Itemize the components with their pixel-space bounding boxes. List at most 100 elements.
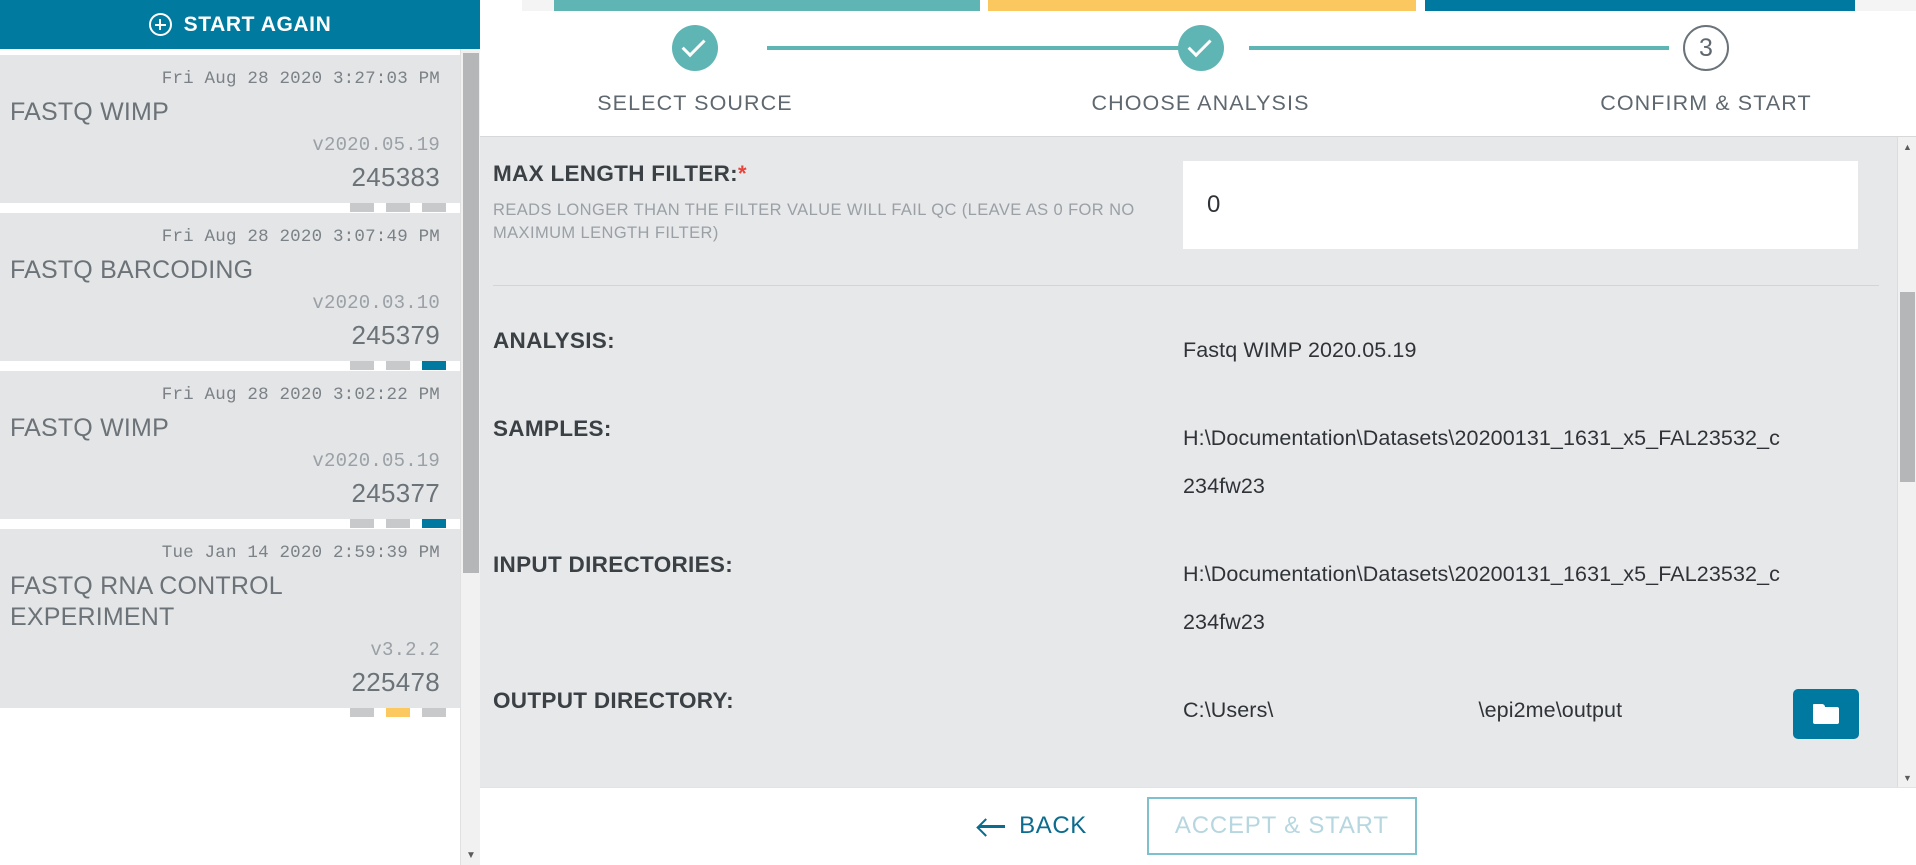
card-status-indicators: [350, 361, 446, 370]
panel-scrollbar-thumb[interactable]: [1900, 292, 1915, 482]
scroll-down-icon[interactable]: ▼: [1898, 768, 1916, 787]
progress-bar-step3: [1425, 0, 1855, 11]
section-divider: [493, 285, 1879, 286]
plus-circle-icon: [148, 13, 172, 36]
analysis-value: Fastq WIMP 2020.05.19: [1183, 338, 1417, 362]
card-id: 245377: [351, 478, 440, 508]
scroll-down-icon[interactable]: ▼: [461, 845, 480, 865]
status-indicator: [386, 708, 410, 717]
progress-bar-step2: [988, 0, 1416, 11]
bar-spacer: [1855, 0, 1916, 11]
progress-bar-step1: [554, 0, 980, 11]
card-status-indicators: [350, 519, 446, 528]
check-icon: [681, 33, 706, 58]
card-id: 245383: [351, 162, 440, 192]
status-indicator: [422, 361, 446, 370]
browse-output-directory-button[interactable]: [1793, 689, 1859, 739]
sidebar-scrollbar-thumb[interactable]: [463, 53, 479, 573]
card-version: v2020.03.10: [312, 292, 440, 314]
card-date: Tue Jan 14 2020 2:59:39 PM: [161, 543, 440, 563]
analysis-label: ANALYSIS:: [493, 328, 615, 353]
step-1-circle: [672, 25, 718, 71]
back-button[interactable]: BACK: [979, 812, 1087, 840]
bar-spacer: [1416, 0, 1425, 11]
main-panel: SELECT SOURCE CHOOSE ANALYSIS 3 CONFIRM …: [480, 0, 1916, 865]
status-indicator: [422, 203, 446, 212]
status-indicator: [386, 203, 410, 212]
card-status-indicators: [350, 708, 446, 717]
max-length-filter-input[interactable]: [1183, 161, 1858, 249]
list-item[interactable]: Tue Jan 14 2020 2:59:39 PM FASTQ RNA CON…: [0, 529, 460, 717]
status-indicator: [350, 708, 374, 717]
list-item[interactable]: Fri Aug 28 2020 3:27:03 PM FASTQ WIMP v2…: [0, 55, 460, 212]
sidebar-scrollbar[interactable]: ▼: [460, 49, 480, 865]
sidebar: START AGAIN Fri Aug 28 2020 3:27:03 PM F…: [0, 0, 480, 865]
card-id: 245379: [351, 320, 440, 350]
step-2-circle: [1177, 25, 1224, 71]
summary-row-input-directories: INPUT DIRECTORIES: H:\Documentation\Data…: [480, 550, 1897, 646]
card-id: 225478: [351, 667, 440, 697]
bar-spacer: [980, 0, 988, 11]
samples-label: SAMPLES:: [493, 416, 612, 441]
step-confirm-start[interactable]: 3 CONFIRM & START: [1556, 25, 1856, 116]
summary-row-output-directory: OUTPUT DIRECTORY: C:\Users\ \epi2me\outp…: [480, 686, 1897, 739]
footer-divider: [480, 787, 1916, 788]
input-directories-label: INPUT DIRECTORIES:: [493, 552, 734, 577]
list-item[interactable]: Fri Aug 28 2020 3:02:22 PM FASTQ WIMP v2…: [0, 371, 460, 528]
footer-actions: BACK ACCEPT & START: [480, 787, 1916, 865]
start-again-button[interactable]: START AGAIN: [0, 0, 480, 49]
sidebar-scroll-area: Fri Aug 28 2020 3:27:03 PM FASTQ WIMP v2…: [0, 49, 480, 865]
max-length-filter-label: MAX LENGTH FILTER:*: [493, 161, 1167, 187]
progress-color-bars: [480, 0, 1916, 11]
max-length-filter-row: MAX LENGTH FILTER:* READS LONGER THAN TH…: [480, 161, 1897, 249]
step-2-label: CHOOSE ANALYSIS: [1091, 91, 1310, 115]
card-title: FASTQ WIMP: [10, 414, 169, 442]
output-directory-suffix: \epi2me\output: [1478, 698, 1623, 722]
check-icon: [1187, 33, 1212, 58]
card-title: FASTQ BARCODING: [10, 256, 254, 284]
summary-row-samples: SAMPLES: H:\Documentation\Datasets\20200…: [480, 414, 1897, 510]
step-3-circle: 3: [1683, 25, 1729, 71]
status-indicator: [386, 519, 410, 528]
samples-value-line1: H:\Documentation\Datasets\20200131_1631_…: [1183, 426, 1780, 450]
card-status-indicators: [350, 203, 446, 212]
card-date: Fri Aug 28 2020 3:02:22 PM: [161, 385, 440, 405]
step-1-label: SELECT SOURCE: [597, 91, 793, 115]
status-indicator: [422, 708, 446, 717]
bar-spacer: [480, 0, 522, 11]
step-select-source[interactable]: SELECT SOURCE: [545, 25, 845, 116]
confirm-panel: MAX LENGTH FILTER:* READS LONGER THAN TH…: [480, 136, 1916, 787]
max-length-filter-label-text: MAX LENGTH FILTER:: [493, 161, 738, 186]
card-version: v3.2.2: [370, 639, 440, 661]
card-version: v2020.05.19: [312, 134, 440, 156]
card-title: FASTQ RNA CONTROL EXPERIMENT: [10, 572, 282, 631]
back-button-label: BACK: [1019, 812, 1087, 839]
summary-row-analysis: ANALYSIS: Fastq WIMP 2020.05.19: [480, 326, 1897, 374]
max-length-filter-description: READS LONGER THAN THE FILTER VALUE WILL …: [493, 201, 1135, 242]
input-directories-value-line2: 234fw23: [1183, 610, 1265, 634]
card-title: FASTQ WIMP: [10, 98, 169, 126]
required-asterisk: *: [737, 161, 747, 186]
status-indicator: [350, 203, 374, 212]
card-date: Fri Aug 28 2020 3:07:49 PM: [161, 227, 440, 247]
status-indicator: [350, 361, 374, 370]
accept-and-start-button[interactable]: ACCEPT & START: [1146, 797, 1417, 855]
arrow-left-icon: [979, 817, 1006, 835]
status-indicator: [422, 519, 446, 528]
scroll-up-icon[interactable]: ▲: [1898, 137, 1916, 156]
samples-value: H:\Documentation\Datasets\20200131_1631_…: [1183, 414, 1879, 510]
step-choose-analysis[interactable]: CHOOSE ANALYSIS: [1051, 25, 1351, 116]
list-item[interactable]: Fri Aug 28 2020 3:07:49 PM FASTQ BARCODI…: [0, 213, 460, 370]
samples-value-line2: 234fw23: [1183, 474, 1265, 498]
panel-scrollbar[interactable]: ▲ ▼: [1897, 137, 1916, 787]
step-3-label: CONFIRM & START: [1600, 91, 1812, 115]
output-directory-label: OUTPUT DIRECTORY:: [493, 688, 734, 713]
start-again-label: START AGAIN: [183, 12, 332, 36]
card-version: v2020.05.19: [312, 450, 440, 472]
output-directory-prefix: C:\Users\: [1183, 698, 1274, 722]
input-directories-value: H:\Documentation\Datasets\20200131_1631_…: [1183, 550, 1879, 646]
app-root: START AGAIN Fri Aug 28 2020 3:27:03 PM F…: [0, 0, 1916, 865]
bar-spacer: [522, 0, 554, 11]
stepper: SELECT SOURCE CHOOSE ANALYSIS 3 CONFIRM …: [480, 11, 1916, 121]
card-date: Fri Aug 28 2020 3:27:03 PM: [161, 69, 440, 89]
